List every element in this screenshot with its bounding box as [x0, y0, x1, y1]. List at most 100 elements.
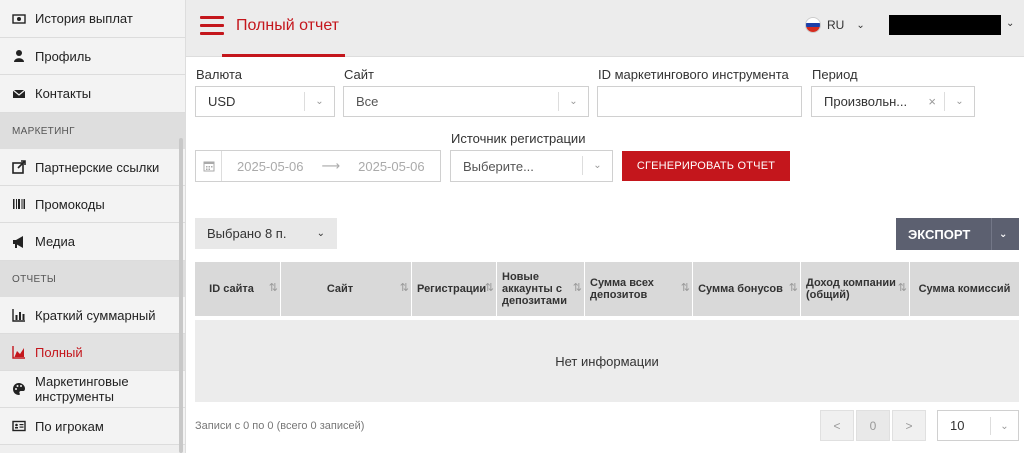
active-tab-underline [222, 54, 345, 57]
user-account-redacted[interactable] [889, 15, 1001, 35]
language-selector[interactable]: RU ⌄ [805, 17, 865, 33]
date-from[interactable]: 2025-05-06 [237, 159, 304, 174]
period-label: Период [812, 67, 858, 82]
russia-flag-icon [805, 17, 821, 33]
reg-source-placeholder: Выберите... [463, 158, 534, 174]
column-header-label: Сайт [326, 283, 354, 295]
sidebar-item-partner-links[interactable]: Партнерские ссылки [0, 149, 185, 186]
generate-report-button[interactable]: СГЕНЕРИРОВАТЬ ОТЧЕТ [622, 151, 790, 181]
sidebar-item-label: Промокоды [35, 196, 105, 212]
next-page-button[interactable]: > [892, 410, 926, 441]
money-icon [12, 12, 26, 26]
column-header-registrations[interactable]: Регистрации ⇅ [412, 262, 497, 316]
table-empty-row: Нет информации [195, 320, 1019, 402]
column-header-label: Сумма бонусов [698, 283, 783, 295]
palette-icon [12, 382, 26, 396]
pagination: < 0 > [820, 410, 928, 441]
arrow-right-icon: ⟶ [321, 158, 341, 173]
sidebar-section-marketing: МАРКЕТИНГ [0, 113, 185, 149]
reg-source-select[interactable]: Выберите... ⌄ [450, 150, 613, 182]
column-header-site[interactable]: Сайт ⇅ [281, 262, 412, 316]
export-label: ЭКСПОРТ [908, 226, 971, 242]
sidebar-item-label: Партнерские ссылки [35, 159, 160, 175]
bar-chart-icon [12, 308, 26, 322]
sidebar-item-label: Краткий суммарный [35, 307, 156, 323]
column-header-label: Сумма всех депозитов [590, 277, 654, 301]
sidebar-item-label: Профиль [35, 48, 92, 64]
period-select[interactable]: Произвольн... × ⌄ [811, 86, 975, 117]
column-header-deposits-sum[interactable]: Сумма всех депозитов ⇅ [585, 262, 693, 316]
sort-icon: ⇅ [680, 282, 690, 294]
column-header-label: Регистрации [417, 283, 487, 295]
column-header-label: Доход компании (общий) [806, 277, 896, 301]
sidebar-item-label: История выплат [35, 11, 133, 26]
marketing-id-input[interactable] [597, 86, 802, 117]
sidebar-item-marketing-tools[interactable]: Маркетинговые инструменты [0, 371, 185, 408]
sidebar-scrollbar[interactable] [179, 138, 183, 453]
date-range-picker[interactable]: 2025-05-06 ⟶ 2025-05-06 [195, 150, 441, 182]
sidebar-item-brief-summary[interactable]: Краткий суммарный [0, 297, 185, 334]
sidebar-item-full[interactable]: Полный [0, 334, 185, 371]
sidebar-item-contacts[interactable]: Контакты [0, 75, 185, 113]
external-link-icon [12, 160, 26, 174]
sort-icon: ⇅ [572, 282, 582, 294]
page-title: Полный отчет [236, 17, 340, 34]
chevron-down-icon[interactable]: ⌄ [999, 229, 1007, 240]
area-chart-icon [12, 345, 26, 359]
column-header-company-revenue[interactable]: Доход компании (общий) ⇅ [801, 262, 910, 316]
megaphone-icon [12, 235, 26, 249]
language-code: RU [827, 18, 845, 32]
sidebar-item-promocodes[interactable]: Промокоды [0, 186, 185, 223]
sidebar-item-payout-history[interactable]: История выплат [0, 0, 185, 38]
sort-icon: ⇅ [268, 282, 278, 294]
columns-selected-label: Выбрано 8 п. [207, 226, 287, 241]
column-header-new-depositors[interactable]: Новые аккаунты с депозитами ⇅ [497, 262, 585, 316]
page-size-select[interactable]: 10 ⌄ [937, 410, 1019, 441]
currency-label: Валюта [196, 67, 242, 82]
column-header-site-id[interactable]: ID сайта ⇅ [195, 262, 281, 316]
export-button[interactable]: ЭКСПОРТ ⌄ [896, 218, 1019, 250]
site-select[interactable]: Все ⌄ [343, 86, 589, 117]
sidebar-item-by-players[interactable]: По игрокам [0, 408, 185, 445]
sidebar-item-label: Маркетинговые инструменты [35, 374, 129, 404]
columns-select-dropdown[interactable]: Выбрано 8 п. ⌄ [195, 218, 337, 249]
sidebar-item-media[interactable]: Медиа [0, 223, 185, 261]
clear-icon[interactable]: × [928, 94, 936, 109]
sidebar-item-label: Медиа [35, 234, 75, 249]
sidebar: История выплат Профиль Контакты МАРКЕТИН… [0, 0, 186, 453]
column-header-label: Новые аккаунты с депозитами [502, 271, 567, 307]
records-info: Записи с 0 по 0 (всего 0 записей) [195, 420, 365, 432]
chevron-down-icon[interactable]: ⌄ [1006, 18, 1014, 29]
date-to[interactable]: 2025-05-06 [358, 159, 425, 174]
period-value: Произвольн... [824, 94, 908, 109]
empty-message: Нет информации [555, 353, 659, 369]
chevron-down-icon: ⌄ [582, 156, 612, 175]
sidebar-item-profile[interactable]: Профиль [0, 38, 185, 75]
hamburger-menu-icon[interactable] [200, 16, 224, 36]
sort-icon: ⇅ [897, 282, 907, 294]
site-label: Сайт [344, 67, 374, 82]
page-size-value: 10 [950, 418, 965, 433]
currency-select[interactable]: USD ⌄ [195, 86, 335, 117]
column-header-commission-sum[interactable]: Сумма комиссий [910, 262, 1019, 316]
column-header-bonus-sum[interactable]: Сумма бонусов ⇅ [693, 262, 801, 316]
sidebar-section-reports: ОТЧЕТЫ [0, 261, 185, 297]
prev-page-button[interactable]: < [820, 410, 854, 441]
barcode-icon [12, 197, 26, 211]
chevron-down-icon: ⌄ [990, 417, 1018, 435]
top-header: Полный отчет RU ⌄ ⌄ [186, 0, 1024, 57]
sort-icon: ⇅ [484, 282, 494, 294]
sidebar-item-label: По игрокам [35, 418, 104, 434]
marketing-id-label: ID маркетингового инструмента [598, 67, 789, 82]
site-value: Все [356, 94, 379, 109]
chevron-down-icon: ⌄ [856, 19, 865, 31]
current-page[interactable]: 0 [856, 410, 890, 441]
envelope-icon [12, 87, 26, 101]
app-root: История выплат Профиль Контакты МАРКЕТИН… [0, 0, 1024, 453]
currency-value: USD [208, 94, 236, 109]
chevron-down-icon: ⌄ [558, 92, 588, 111]
sort-icon: ⇅ [399, 282, 409, 294]
table-header: ID сайта ⇅ Сайт ⇅ Регистрации ⇅ Новые аккау… [195, 262, 1019, 316]
id-card-icon [12, 419, 26, 433]
export-divider [991, 218, 992, 250]
